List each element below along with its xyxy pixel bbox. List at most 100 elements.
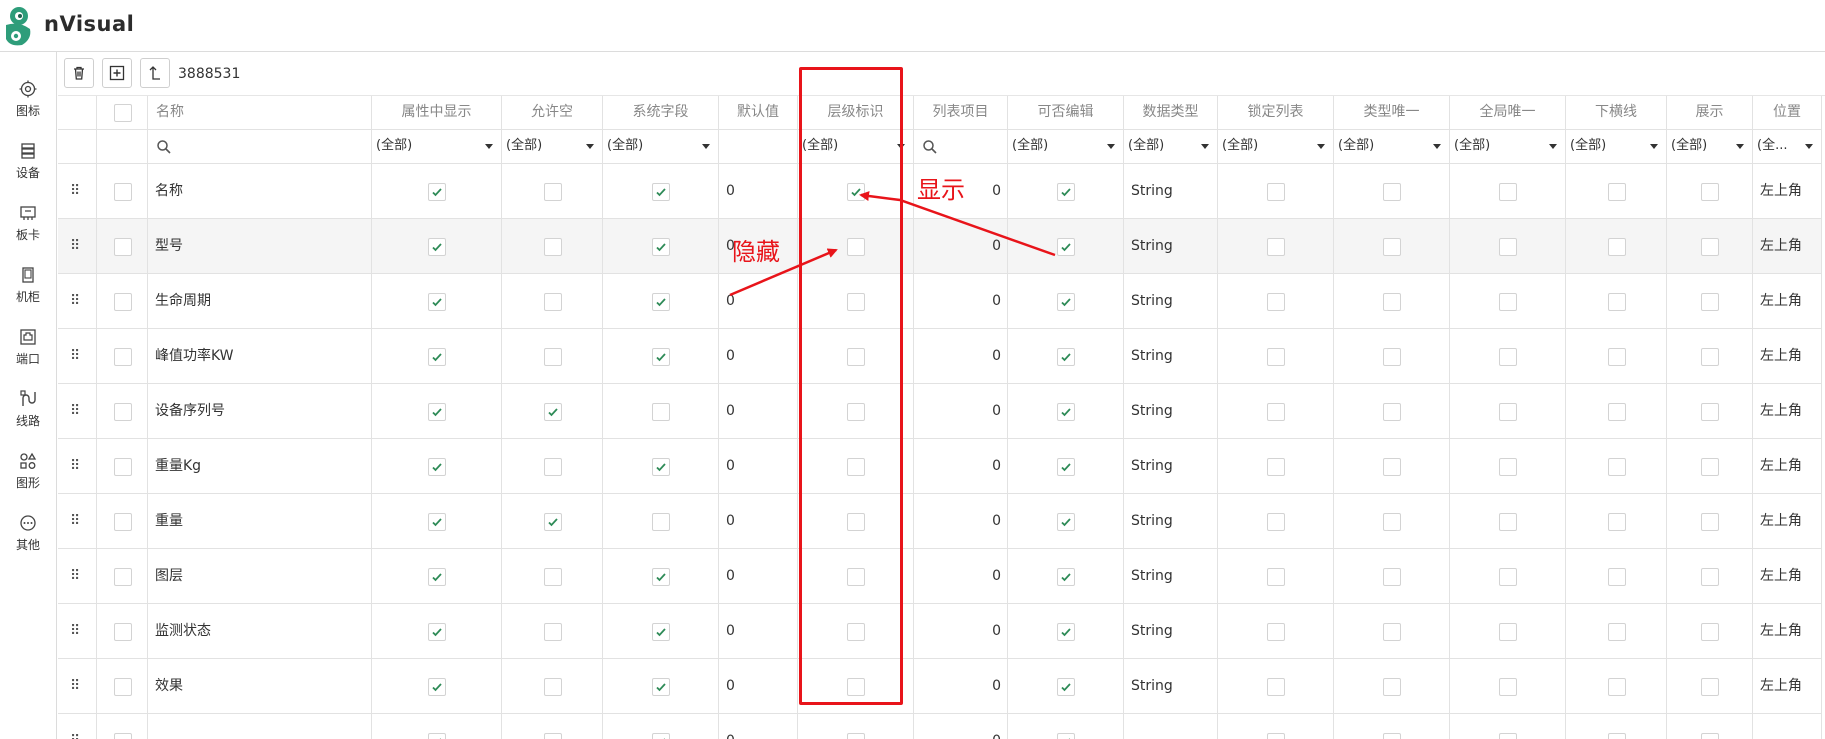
- row-checkbox[interactable]: [113, 732, 132, 739]
- checkbox-show[interactable]: [428, 347, 446, 366]
- drag-handle-icon[interactable]: ⠿: [70, 384, 80, 438]
- checkbox-system[interactable]: [652, 622, 670, 641]
- checkbox-globuniq[interactable]: [1499, 292, 1517, 311]
- filter-select[interactable]: (全部): [607, 135, 714, 157]
- checkbox-typeuniq[interactable]: [1383, 292, 1401, 311]
- checkbox-typeuniq[interactable]: [1383, 457, 1401, 476]
- column-header[interactable]: 下横线: [1566, 96, 1667, 130]
- drag-handle-icon[interactable]: ⠿: [70, 164, 80, 218]
- checkbox-underline[interactable]: [1607, 567, 1626, 586]
- checkbox-system[interactable]: [652, 292, 670, 311]
- sidebar-item-boards[interactable]: 板卡: [0, 204, 56, 260]
- filter-select[interactable]: (全部): [506, 135, 598, 157]
- checkbox-typeuniq[interactable]: [1383, 347, 1401, 366]
- row-checkbox[interactable]: [113, 237, 132, 256]
- checkbox-nullable[interactable]: [543, 347, 562, 366]
- checkbox-typeuniq[interactable]: [1383, 512, 1401, 531]
- filter-cell[interactable]: (全部): [603, 130, 719, 164]
- checkbox-globuniq[interactable]: [1499, 182, 1517, 201]
- row-checkbox[interactable]: [113, 512, 132, 531]
- drag-handle-icon[interactable]: ⠿: [70, 494, 80, 548]
- checkbox-editable[interactable]: [1057, 182, 1075, 201]
- checkbox-level[interactable]: [847, 347, 865, 366]
- filter-select[interactable]: (全部): [1454, 135, 1561, 157]
- checkbox-lock[interactable]: [1267, 567, 1285, 586]
- checkbox-lock[interactable]: [1267, 182, 1285, 201]
- row-checkbox[interactable]: [113, 347, 132, 366]
- checkbox-underline[interactable]: [1607, 457, 1626, 476]
- checkbox-display[interactable]: [1701, 237, 1719, 256]
- checkbox-underline[interactable]: [1607, 402, 1626, 421]
- checkbox-show[interactable]: [428, 182, 446, 201]
- checkbox-show[interactable]: [428, 512, 446, 531]
- column-header[interactable]: 属性中显示: [372, 96, 502, 130]
- checkbox-editable[interactable]: [1057, 622, 1075, 641]
- column-header[interactable]: 层级标识: [798, 96, 914, 130]
- sidebar-item-cabinets[interactable]: 机柜: [0, 266, 56, 322]
- filter-cell[interactable]: (全部): [1124, 130, 1218, 164]
- checkbox-display[interactable]: [1701, 182, 1719, 201]
- filter-select[interactable]: (全部): [1128, 135, 1213, 157]
- checkbox-display[interactable]: [1701, 402, 1719, 421]
- filter-cell[interactable]: (全...: [1753, 130, 1822, 164]
- filter-cell[interactable]: (全部): [1008, 130, 1124, 164]
- row-checkbox[interactable]: [113, 402, 132, 421]
- checkbox-globuniq[interactable]: [1499, 677, 1517, 696]
- checkbox-globuniq[interactable]: [1499, 237, 1517, 256]
- checkbox-editable[interactable]: [1057, 677, 1075, 696]
- checkbox-typeuniq[interactable]: [1383, 677, 1401, 696]
- row-checkbox[interactable]: [113, 677, 132, 696]
- checkbox-editable[interactable]: [1057, 567, 1075, 586]
- checkbox-globuniq[interactable]: [1499, 347, 1517, 366]
- search-icon[interactable]: [922, 139, 938, 155]
- checkbox-display[interactable]: [1701, 512, 1719, 531]
- checkbox-globuniq[interactable]: [1499, 457, 1517, 476]
- checkbox-system[interactable]: [652, 512, 670, 531]
- checkbox-show[interactable]: [428, 402, 446, 421]
- checkbox-level[interactable]: [847, 732, 865, 739]
- checkbox-nullable[interactable]: [543, 402, 562, 421]
- checkbox-show[interactable]: [428, 732, 446, 739]
- checkbox-underline[interactable]: [1607, 347, 1626, 366]
- checkbox-system[interactable]: [652, 732, 670, 739]
- filter-cell[interactable]: (全部): [372, 130, 502, 164]
- checkbox-level[interactable]: [847, 237, 865, 256]
- drag-handle-icon[interactable]: ⠿: [70, 219, 80, 273]
- checkbox-show[interactable]: [428, 292, 446, 311]
- row-checkbox[interactable]: [113, 622, 132, 641]
- column-header[interactable]: 默认值: [719, 96, 798, 130]
- checkbox-underline[interactable]: [1607, 182, 1626, 201]
- filter-select[interactable]: (全部): [802, 135, 909, 157]
- column-header[interactable]: 系统字段: [603, 96, 719, 130]
- checkbox-display[interactable]: [1701, 677, 1719, 696]
- checkbox-show[interactable]: [428, 677, 446, 696]
- checkbox-underline[interactable]: [1607, 512, 1626, 531]
- checkbox-underline[interactable]: [1607, 237, 1626, 256]
- checkbox-globuniq[interactable]: [1499, 512, 1517, 531]
- checkbox-system[interactable]: [652, 677, 670, 696]
- filter-cell[interactable]: (全部): [1566, 130, 1667, 164]
- checkbox-typeuniq[interactable]: [1383, 402, 1401, 421]
- checkbox-show[interactable]: [428, 567, 446, 586]
- checkbox-lock[interactable]: [1267, 622, 1285, 641]
- checkbox-lock[interactable]: [1267, 457, 1285, 476]
- row-checkbox[interactable]: [113, 292, 132, 311]
- filter-cell[interactable]: (全部): [1218, 130, 1334, 164]
- checkbox-system[interactable]: [652, 457, 670, 476]
- checkbox-lock[interactable]: [1267, 677, 1285, 696]
- drag-handle-icon[interactable]: ⠿: [70, 604, 80, 658]
- checkbox-globuniq[interactable]: [1499, 732, 1517, 739]
- checkbox-underline[interactable]: [1607, 732, 1626, 739]
- filter-cell[interactable]: (全部): [1334, 130, 1450, 164]
- filter-select[interactable]: (全部): [1338, 135, 1445, 157]
- checkbox-typeuniq[interactable]: [1383, 237, 1401, 256]
- checkbox-lock[interactable]: [1267, 402, 1285, 421]
- filter-select[interactable]: (全部): [1012, 135, 1119, 157]
- checkbox-level[interactable]: [847, 292, 865, 311]
- filter-select[interactable]: (全...: [1757, 135, 1817, 157]
- checkbox-lock[interactable]: [1267, 237, 1285, 256]
- checkbox-editable[interactable]: [1057, 402, 1075, 421]
- add-button[interactable]: [102, 58, 132, 88]
- checkbox-level[interactable]: [847, 182, 865, 201]
- checkbox-show[interactable]: [428, 622, 446, 641]
